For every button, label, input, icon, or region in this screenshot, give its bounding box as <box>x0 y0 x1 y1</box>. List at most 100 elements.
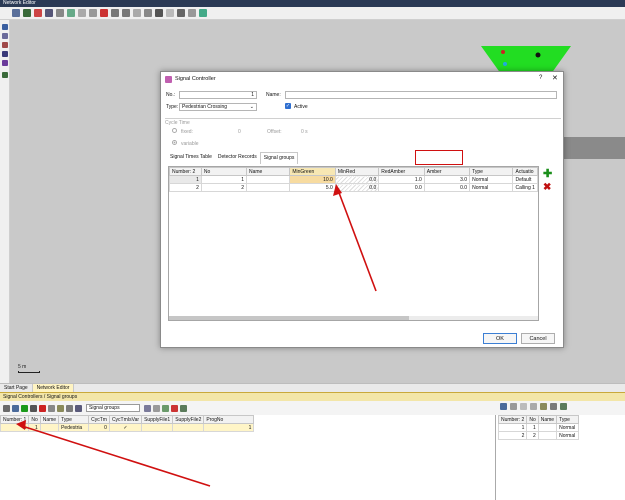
cell[interactable]: Pedestria <box>58 423 90 432</box>
ok-button[interactable]: OK <box>483 333 517 344</box>
tool-icon[interactable] <box>2 60 8 66</box>
cell[interactable]: Normal <box>469 175 514 184</box>
paste-icon[interactable] <box>153 404 160 412</box>
cell[interactable] <box>245 175 291 184</box>
tool-icon[interactable] <box>155 9 163 17</box>
col-header[interactable]: ProgNo <box>203 415 255 424</box>
col-header[interactable]: Amber <box>423 167 471 176</box>
cell[interactable]: 2 <box>526 431 539 440</box>
name-field[interactable] <box>285 91 557 99</box>
cell[interactable]: 0.0 <box>334 183 380 192</box>
tab-start-page[interactable]: Start Page <box>0 384 33 392</box>
filter-icon[interactable] <box>75 404 82 412</box>
copy-icon[interactable] <box>144 404 151 412</box>
cell[interactable]: Normal <box>556 423 580 432</box>
tab-signal-times-table[interactable]: Signal Times Table <box>167 152 215 164</box>
col-header[interactable]: Name <box>39 415 60 424</box>
cell[interactable] <box>141 423 174 432</box>
crossing-shape[interactable] <box>481 46 571 74</box>
link-road[interactable] <box>560 137 625 159</box>
table-row[interactable]: 2 2 5.0 0.0 0.0 0.0 Normal Calling 1 <box>169 183 538 192</box>
cell[interactable]: 2 <box>497 431 528 440</box>
cell[interactable]: Normal <box>469 183 514 192</box>
cell[interactable] <box>172 423 205 432</box>
col-header[interactable]: No <box>526 415 539 424</box>
cell[interactable]: 1 <box>497 423 528 432</box>
variable-radio[interactable] <box>172 140 177 147</box>
tool-icon[interactable] <box>56 9 64 17</box>
mingreen-cell[interactable]: 10.0 <box>289 175 336 184</box>
tool-icon[interactable] <box>144 9 152 17</box>
user-icon[interactable] <box>180 404 187 412</box>
tool-icon[interactable] <box>2 72 8 78</box>
cell[interactable]: 0 <box>88 423 110 432</box>
horizontal-scrollbar[interactable] <box>169 316 538 320</box>
col-header[interactable]: RedAmber <box>378 167 425 176</box>
sync-icon[interactable] <box>162 404 169 412</box>
tool-icon[interactable] <box>199 9 207 17</box>
cell[interactable] <box>39 423 60 432</box>
table-row[interactable]: 2 2 Normal <box>497 431 580 440</box>
fixed-value[interactable]: 0 <box>238 129 241 135</box>
col-header[interactable]: MinRed <box>334 167 380 176</box>
col-header[interactable]: Name <box>245 167 291 176</box>
col-header[interactable]: Name <box>537 415 558 424</box>
table-row[interactable]: 1 1 10.0 0.0 1.0 3.0 Normal Default <box>169 175 538 184</box>
col-header[interactable]: Number: 2 <box>169 167 202 176</box>
col-header[interactable]: Actuatio <box>512 167 538 176</box>
tool-icon[interactable] <box>34 9 42 17</box>
cell[interactable]: 1 <box>526 423 539 432</box>
col-header[interactable]: CycTm <box>88 415 110 424</box>
table-row[interactable]: 1 1 Normal <box>497 423 580 432</box>
cell[interactable] <box>245 183 291 192</box>
sort-icon[interactable] <box>57 404 64 412</box>
tool-icon[interactable] <box>177 9 185 17</box>
cell[interactable] <box>537 431 558 440</box>
dialog-titlebar[interactable]: Signal Controller <box>161 72 563 86</box>
col-header-mingreen[interactable]: MinGreen <box>289 167 336 176</box>
tool-icon[interactable] <box>166 9 174 17</box>
tool-icon[interactable] <box>111 9 119 17</box>
cell[interactable]: 1 <box>169 175 202 184</box>
wrench-icon[interactable] <box>500 403 507 410</box>
attribute-icon[interactable] <box>171 404 178 412</box>
cell[interactable]: 0.0 <box>423 183 471 192</box>
cell[interactable] <box>537 423 558 432</box>
edit-icon[interactable] <box>510 403 517 410</box>
mingreen-cell[interactable]: 5.0 <box>289 183 336 192</box>
col-header[interactable]: Type <box>556 415 580 424</box>
cancel-button[interactable]: Cancel <box>521 333 555 344</box>
col-header[interactable]: Type <box>58 415 90 424</box>
cell[interactable]: Normal <box>556 431 580 440</box>
add-icon[interactable] <box>21 404 28 412</box>
cell[interactable]: 1 <box>0 423 30 432</box>
scroll-thumb[interactable] <box>169 316 409 320</box>
col-header[interactable]: No <box>200 167 247 176</box>
tool-icon[interactable] <box>2 33 8 39</box>
tool-icon[interactable] <box>78 9 86 17</box>
tool-icon[interactable] <box>133 9 141 17</box>
relation-select[interactable]: Signal groups <box>86 404 140 412</box>
tool-icon[interactable] <box>100 9 108 17</box>
cell[interactable]: 2 <box>169 183 202 192</box>
tab-network-editor[interactable]: Network Editor <box>32 384 75 392</box>
tool-icon[interactable] <box>67 9 75 17</box>
cell[interactable]: 1.0 <box>378 175 425 184</box>
tool-icon[interactable] <box>122 9 130 17</box>
col-header[interactable]: Number: 1 <box>0 415 30 424</box>
duplicate-icon[interactable] <box>530 403 537 410</box>
add-row-icon[interactable]: ✚ <box>543 169 552 180</box>
col-header[interactable]: SupplyFile2 <box>172 415 205 424</box>
sort-desc-icon[interactable] <box>550 403 557 410</box>
help-icon[interactable]: ? <box>539 75 542 81</box>
delete-icon[interactable] <box>39 404 46 412</box>
close-icon[interactable]: ✕ <box>552 74 558 82</box>
type-select[interactable]: Pedestrian Crossing ⌄ <box>179 103 257 111</box>
cell[interactable]: 0.0 <box>378 183 425 192</box>
tool-icon[interactable] <box>2 24 8 30</box>
col-header[interactable]: SupplyFile1 <box>141 415 174 424</box>
sort-icon[interactable] <box>540 403 547 410</box>
cell[interactable]: 1 <box>28 423 41 432</box>
edit-icon[interactable] <box>30 404 37 412</box>
col-header[interactable]: Number: 2 <box>497 415 528 424</box>
